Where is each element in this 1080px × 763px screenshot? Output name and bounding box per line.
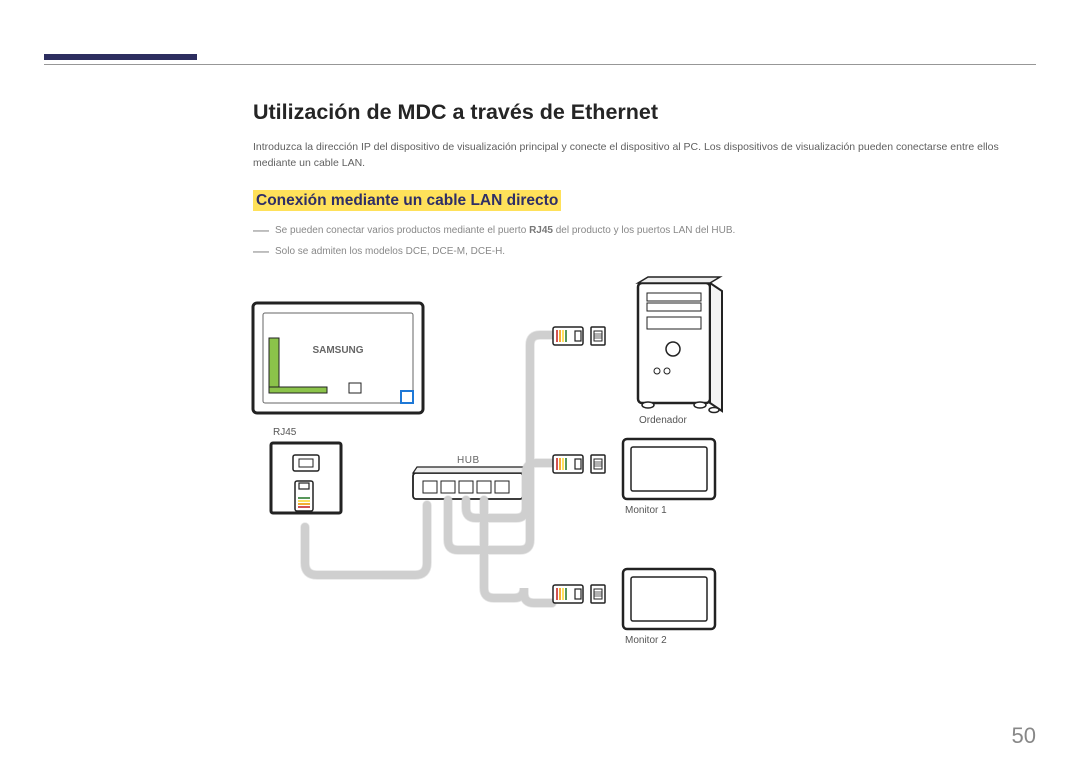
connection-diagram: SAMSUNG <box>253 283 973 703</box>
rj45-plugs <box>553 327 605 603</box>
label-rj45: RJ45 <box>273 427 296 438</box>
label-ordenador: Ordenador <box>639 415 687 426</box>
header-accent-bar <box>44 54 197 60</box>
device-samsung: SAMSUNG <box>253 303 423 413</box>
label-monitor2: Monitor 2 <box>625 635 667 646</box>
label-monitor1: Monitor 1 <box>625 505 667 516</box>
label-hub: HUB <box>457 455 480 466</box>
note1-bold: RJ45 <box>529 225 553 236</box>
note1-post: del producto y los puertos LAN del HUB. <box>553 225 735 236</box>
rj45-zoom <box>271 443 341 513</box>
header-divider <box>44 64 1036 65</box>
section-subtitle: Conexión mediante un cable LAN directo <box>253 190 561 211</box>
diagram-svg: SAMSUNG <box>253 283 973 703</box>
note-line-2: Solo se admiten los modelos DCE, DCE-M, … <box>253 244 1036 259</box>
page-title: Utilización de MDC a través de Ethernet <box>253 100 1036 125</box>
page-number: 50 <box>1012 723 1036 749</box>
content-area: Utilización de MDC a través de Ethernet … <box>253 100 1036 703</box>
monitor-1-icon <box>623 439 715 499</box>
note1-pre: Se pueden conectar varios productos medi… <box>275 225 529 236</box>
note-line-1: Se pueden conectar varios productos medi… <box>253 223 1036 238</box>
hub-device <box>413 467 527 499</box>
monitor-2-icon <box>623 569 715 629</box>
brand-label: SAMSUNG <box>312 345 363 356</box>
intro-paragraph: Introduzca la dirección IP del dispositi… <box>253 139 1036 172</box>
computer-tower <box>638 277 722 413</box>
